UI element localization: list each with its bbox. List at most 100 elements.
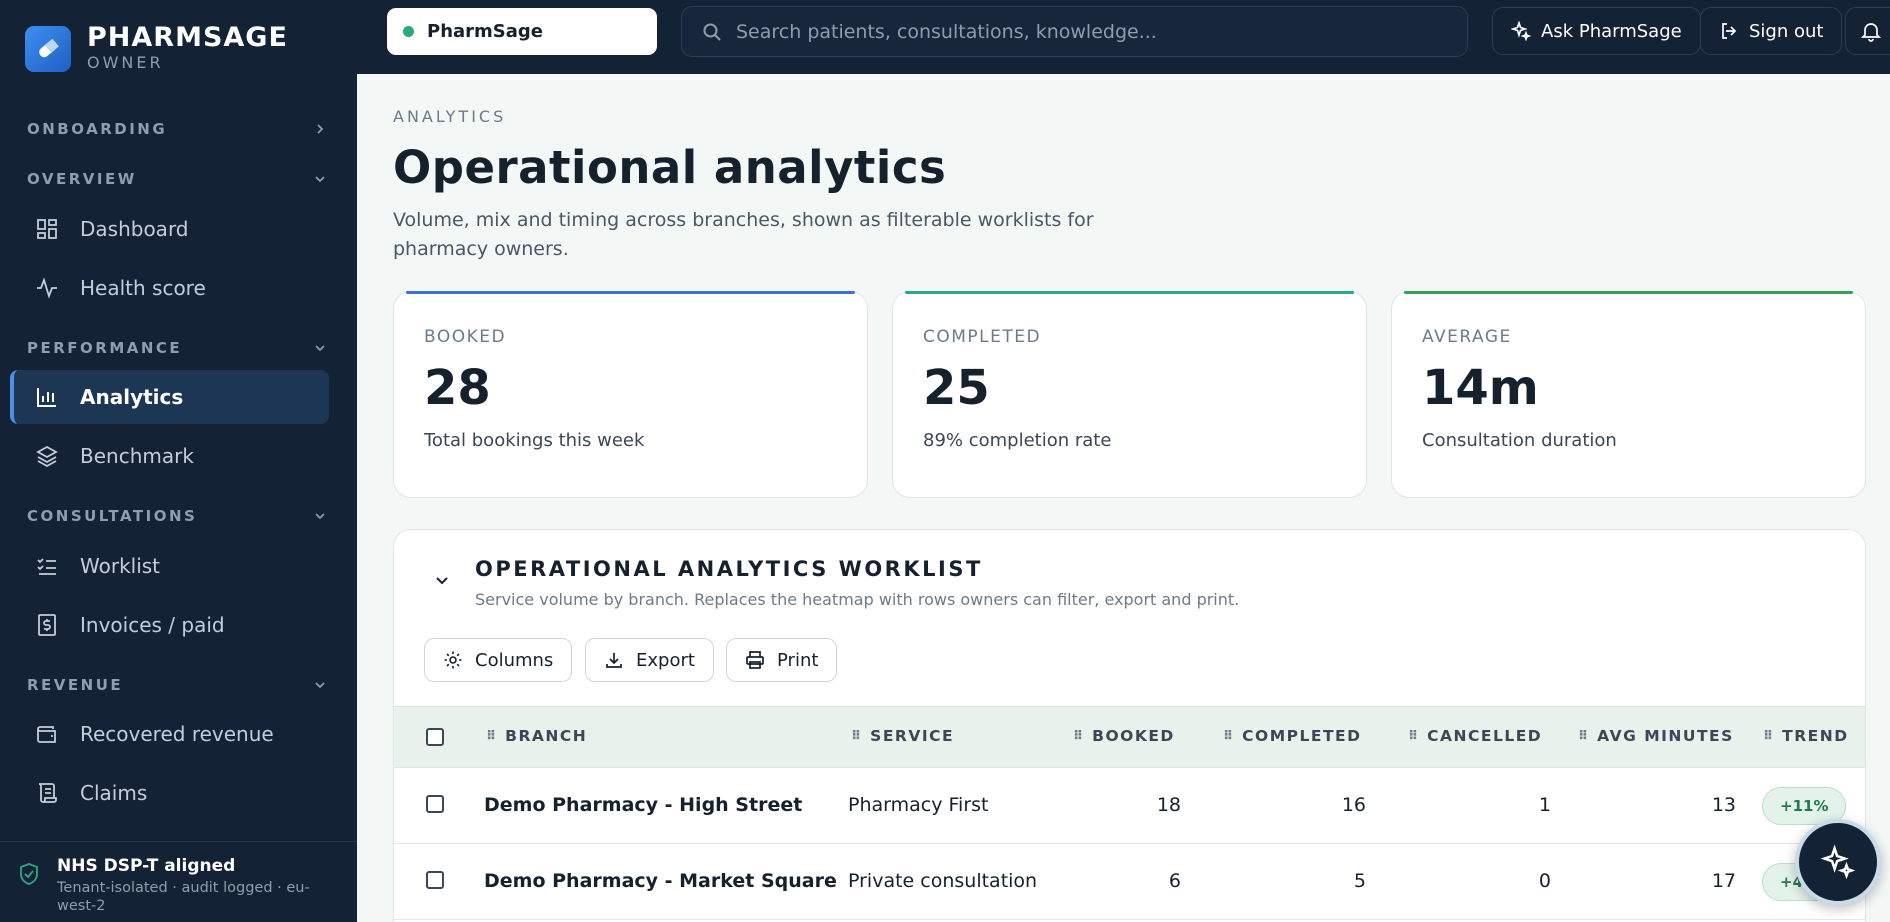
kpi-value: 28 (424, 360, 491, 416)
compliance-footer: NHS DSP-T aligned Tenant-isolated · audi… (0, 841, 357, 922)
cell-service: Private consultation (848, 870, 1038, 892)
column-header-service[interactable]: ⠿ SERVICE (851, 727, 954, 745)
column-header-branch[interactable]: ⠿ BRANCH (486, 727, 587, 745)
column-label: BOOKED (1092, 727, 1175, 745)
columns-label: Columns (475, 649, 554, 671)
sidebar-item-health-score[interactable]: Health score (10, 261, 329, 315)
drag-handle-icon[interactable]: ⠿ (1073, 729, 1083, 744)
section-revenue[interactable]: REVENUE (27, 676, 327, 694)
sidebar-item-benchmark[interactable]: Benchmark (10, 429, 329, 483)
section-overview[interactable]: OVERVIEW (27, 170, 327, 188)
search-input[interactable]: Search patients, consultations, knowledg… (681, 6, 1468, 57)
brand-name: PHARMSAGE (87, 22, 288, 53)
bar-chart-icon (34, 384, 60, 410)
compliance-subtitle: Tenant-isolated · audit logged · eu-west… (57, 880, 310, 914)
status-dot (403, 26, 414, 37)
signout-label: Sign out (1749, 20, 1824, 42)
sidebar-item-analytics[interactable]: Analytics (10, 370, 329, 424)
ask-label: Ask PharmSage (1541, 20, 1682, 42)
main-content: ANALYTICS Operational analytics Volume, … (357, 74, 1890, 922)
cell-completed: 16 (1341, 794, 1366, 816)
sign-out-icon (1722, 23, 1737, 39)
column-label: SERVICE (870, 727, 955, 745)
drag-handle-icon[interactable]: ⠿ (486, 729, 496, 744)
chevron-down-icon (315, 176, 325, 183)
sidebar-item-label: Invoices / paid (80, 613, 225, 637)
brand[interactable]: PHARMSAGE OWNER (25, 24, 288, 73)
kpi-card-completed: COMPLETED 25 89% completion rate (892, 291, 1367, 498)
sidebar-item-label: Health score (80, 276, 206, 300)
sidebar-item-invoices[interactable]: Invoices / paid (10, 598, 329, 652)
chevron-down-icon (315, 345, 325, 352)
drag-handle-icon[interactable]: ⠿ (1763, 729, 1773, 744)
row-checkbox[interactable] (426, 871, 444, 889)
column-header-trend[interactable]: ⠿ TREND (1763, 727, 1849, 745)
kpi-description: Total bookings this week (424, 430, 645, 451)
column-label: COMPLETED (1242, 727, 1362, 745)
cell-branch[interactable]: Demo Pharmacy - High Street (484, 794, 802, 816)
kpi-description: 89% completion rate (923, 430, 1112, 451)
search-placeholder: Search patients, consultations, knowledg… (736, 20, 1157, 43)
kpi-description: Consultation duration (1422, 430, 1617, 451)
worklist-subtitle: Service volume by branch. Replaces the h… (475, 590, 1240, 609)
table-row[interactable]: Demo Pharmacy - High Street Pharmacy Fir… (394, 768, 1865, 844)
section-onboarding[interactable]: ONBOARDING (27, 120, 327, 138)
cell-service: Pharmacy First (848, 794, 989, 816)
row-checkbox[interactable] (426, 795, 444, 813)
drag-handle-icon[interactable]: ⠿ (851, 729, 861, 744)
sidebar-item-recovered-revenue[interactable]: Recovered revenue (10, 707, 329, 761)
select-all-checkbox[interactable] (426, 728, 444, 746)
analytics-worklist: OPERATIONAL ANALYTICS WORKLIST Service v… (393, 529, 1866, 922)
page-subtitle: Volume, mix and timing across branches, … (393, 209, 1094, 260)
sidebar-item-label: Claims (80, 781, 148, 805)
section-performance[interactable]: PERFORMANCE (27, 339, 327, 357)
page-eyebrow: ANALYTICS (393, 107, 507, 126)
sign-out-button[interactable]: Sign out (1700, 7, 1843, 55)
section-label: ONBOARDING (27, 120, 168, 138)
export-button[interactable]: Export (585, 638, 714, 682)
column-header-completed[interactable]: ⠿ COMPLETED (1223, 727, 1362, 745)
checklist-icon (34, 553, 60, 579)
column-header-avg-minutes[interactable]: ⠿ AVG MINUTES (1578, 727, 1734, 745)
wallet-icon (34, 721, 60, 747)
print-label: Print (777, 649, 819, 671)
section-label: REVENUE (27, 676, 124, 694)
section-label: PERFORMANCE (27, 339, 183, 357)
columns-button[interactable]: Columns (424, 638, 573, 682)
column-header-booked[interactable]: ⠿ BOOKED (1073, 727, 1175, 745)
table-row[interactable]: Demo Pharmacy - Market Square Private co… (394, 844, 1865, 920)
drag-handle-icon[interactable]: ⠿ (1578, 729, 1588, 744)
sidebar: PHARMSAGE OWNER ONBOARDING OVERVIEW Dash… (0, 0, 357, 922)
print-button[interactable]: Print (726, 638, 838, 682)
sidebar-item-label: Recovered revenue (80, 722, 274, 746)
cell-branch[interactable]: Demo Pharmacy - Market Square (484, 870, 837, 892)
printer-icon (746, 651, 764, 669)
drag-handle-icon[interactable]: ⠿ (1223, 729, 1233, 744)
sidebar-item-dashboard[interactable]: Dashboard (10, 202, 329, 256)
cell-avg-minutes: 13 (1711, 794, 1736, 816)
chevron-down-icon[interactable] (434, 572, 450, 588)
column-label: AVG MINUTES (1597, 727, 1734, 745)
sidebar-item-claims[interactable]: Claims (10, 766, 329, 820)
table-header: ⠿ BRANCH ⠿ SERVICE ⠿ BOOKED ⠿ COMPLETED ⠿ CAN… (394, 706, 1865, 768)
export-label: Export (636, 649, 695, 671)
sidebar-item-worklist[interactable]: Worklist (10, 539, 329, 593)
sidebar-item-label: Worklist (80, 554, 161, 578)
notifications-button[interactable] (1845, 7, 1890, 55)
tenant-switcher[interactable]: PharmSage (387, 8, 657, 55)
scroll-icon (34, 780, 60, 806)
kpi-label: COMPLETED (923, 327, 1042, 347)
cell-cancelled: 1 (1538, 794, 1551, 816)
section-consultations[interactable]: CONSULTATIONS (27, 507, 327, 525)
kpi-card-average: AVERAGE 14m Consultation duration (1391, 291, 1866, 498)
cell-avg-minutes: 17 (1711, 870, 1736, 892)
ask-pharmsage-button[interactable]: Ask PharmSage (1492, 7, 1701, 55)
kpi-label: BOOKED (424, 327, 507, 347)
sidebar-item-label: Dashboard (80, 217, 189, 241)
gear-icon (444, 651, 462, 669)
column-header-cancelled[interactable]: ⠿ CANCELLED (1408, 727, 1542, 745)
drag-handle-icon[interactable]: ⠿ (1408, 729, 1418, 744)
brand-role: OWNER (87, 53, 164, 72)
layers-icon (34, 443, 60, 469)
assistant-fab-button[interactable] (1795, 819, 1881, 905)
